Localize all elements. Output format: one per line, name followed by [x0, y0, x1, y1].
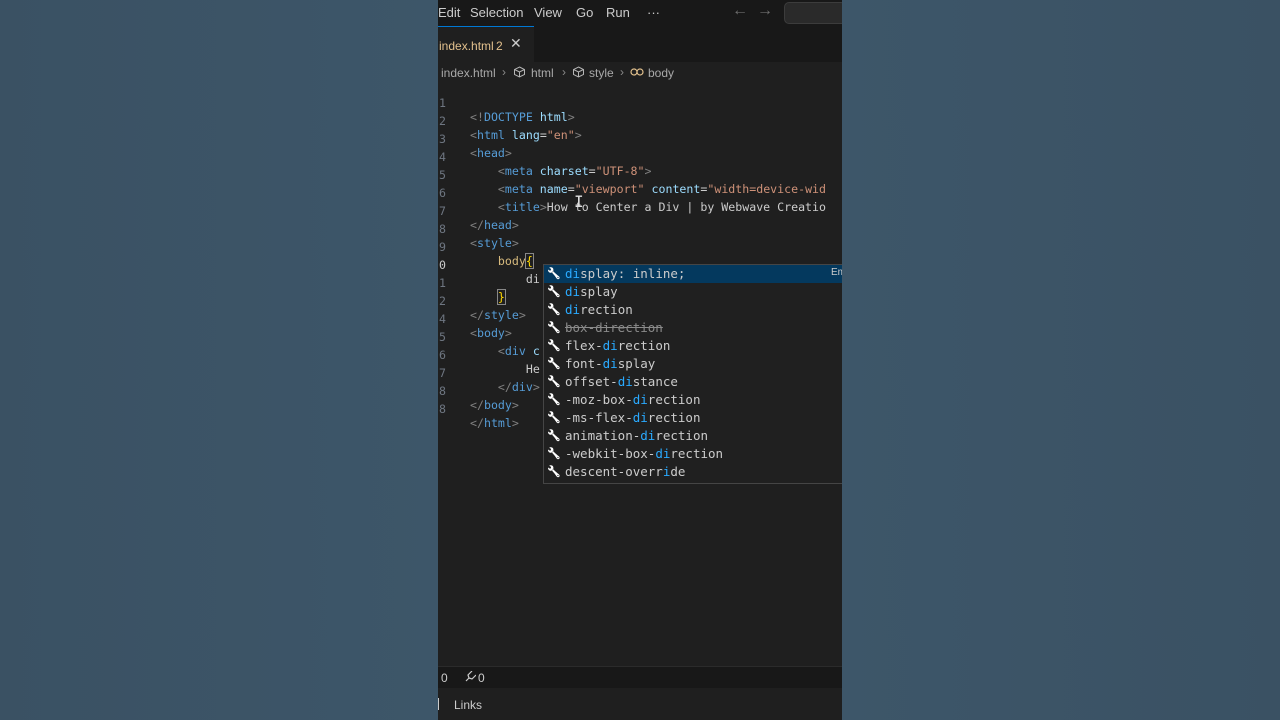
suggestion-label: display: inline; [565, 266, 686, 281]
suggestion-label: -webkit-box-direction [565, 446, 724, 461]
suggestion-item[interactable]: 🔧 animation-direction [544, 427, 842, 445]
suggestion-detail: Em [831, 267, 842, 278]
suggestion-item[interactable]: 🔧 flex-direction [544, 337, 842, 355]
menu-selection[interactable]: Selection [470, 5, 523, 20]
links-tab[interactable]: Links [454, 698, 482, 712]
css-selector-icon [630, 66, 644, 81]
suggestion-item[interactable]: 🔧 direction [544, 301, 842, 319]
element-icon [572, 66, 585, 81]
close-icon[interactable]: ✕ [510, 36, 522, 52]
code-line: 7 </head> [439, 204, 519, 232]
wrench-icon: 🔧 [547, 411, 561, 424]
suggestion-item[interactable]: 🔧 offset-distance [544, 373, 842, 391]
breadcrumb-separator: › [620, 65, 624, 79]
wrench-icon: 🔧 [547, 357, 561, 370]
suggestion-item[interactable]: 🔧 box-direction [544, 319, 842, 337]
video-background-right [842, 0, 1280, 720]
breadcrumb-style[interactable]: style [589, 66, 614, 80]
breadcrumb-separator: › [502, 65, 506, 79]
tab-label: index.html [439, 39, 494, 53]
code-line-active: 0 di [439, 258, 540, 286]
breadcrumb-separator: › [562, 65, 566, 79]
wrench-icon: 🔧 [547, 465, 561, 478]
code-line: 8 <style> [439, 222, 519, 250]
wrench-icon: 🔧 [547, 303, 561, 316]
suggestion-item[interactable]: 🔧 display [544, 283, 842, 301]
suggestion-label: animation-direction [565, 428, 709, 443]
suggestion-label: display [565, 284, 618, 299]
code-line: 3 <head> [439, 132, 512, 160]
menu-bar: Edit Selection View Go Run ··· ← → [438, 0, 842, 26]
menu-run[interactable]: Run [606, 5, 630, 20]
suggestion-label: direction [565, 302, 633, 317]
code-editor-window: Edit Selection View Go Run ··· ← → index… [438, 0, 842, 720]
line-number: 8 [439, 402, 446, 416]
autocomplete-suggestions: 🔧 display: inline; Em 🔧 display 🔧 direction 🔧 bo… [543, 264, 842, 484]
suggestion-item[interactable]: 🔧 -ms-flex-direction [544, 409, 842, 427]
video-background-left [0, 0, 438, 720]
code-line: 6 <title>How to Center a Div | by Webwav… [439, 186, 826, 214]
error-count[interactable]: 0 [441, 671, 448, 685]
suggestion-item[interactable]: 🔧 -webkit-box-direction [544, 445, 842, 463]
element-icon [513, 66, 526, 81]
tab-bar: index.html 2 ✕ [438, 26, 842, 63]
suggestion-label: box-direction [565, 320, 663, 335]
warning-count[interactable]: 0 [478, 671, 485, 685]
menu-edit[interactable]: Edit [438, 5, 460, 20]
command-center-search[interactable] [784, 2, 842, 24]
problems-count-badge: 2 [496, 39, 503, 53]
suggestion-label: -ms-flex-direction [565, 410, 701, 425]
code-line: 5 <meta name="viewport" content="width=d… [439, 168, 827, 196]
text-cursor-icon: I [574, 192, 584, 211]
code-line: 2 <html lang="en"> [439, 114, 582, 142]
menu-go[interactable]: Go [576, 5, 593, 20]
code-line: 4 <meta charset="UTF-8"> [439, 150, 652, 178]
wrench-icon: 🔧 [547, 375, 561, 388]
port-icon [464, 670, 477, 686]
wrench-icon: 🔧 [547, 267, 561, 280]
menu-more[interactable]: ··· [647, 5, 660, 20]
breadcrumb-html[interactable]: html [531, 66, 554, 80]
code-line: 1 <!DOCTYPE html> [439, 96, 575, 124]
suggestion-item[interactable]: 🔧 font-display [544, 355, 842, 373]
breadcrumb-body[interactable]: body [648, 66, 674, 80]
wrench-icon: 🔧 [547, 285, 561, 298]
suggestion-item[interactable]: 🔧 descent-override [544, 463, 842, 481]
suggestion-label: descent-override [565, 464, 686, 479]
breadcrumb-file[interactable]: index.html [441, 66, 496, 80]
suggestion-label: -moz-box-direction [565, 392, 701, 407]
wrench-icon: 🔧 [547, 393, 561, 406]
menu-view[interactable]: View [534, 5, 562, 20]
back-arrow-icon[interactable]: ← [732, 2, 748, 20]
wrench-icon: 🔧 [547, 429, 561, 442]
wrench-icon: 🔧 [547, 321, 561, 334]
suggestion-item[interactable]: 🔧 display: inline; Em [544, 265, 842, 283]
suggestion-label: font-display [565, 356, 656, 371]
suggestion-item[interactable]: 🔧 -moz-box-direction [544, 391, 842, 409]
suggestion-label: flex-direction [565, 338, 671, 353]
wrench-icon: 🔧 [547, 447, 561, 460]
forward-arrow-icon[interactable]: → [757, 2, 773, 20]
code-line: 9 body{ [439, 240, 534, 269]
status-bar: 0 0 [438, 666, 842, 689]
wrench-icon: 🔧 [547, 339, 561, 352]
suggestion-label: offset-distance [565, 374, 678, 389]
tab-index-html[interactable]: index.html 2 ✕ [438, 26, 534, 63]
panel-row: Links [438, 688, 842, 720]
panel-indicator [438, 698, 439, 710]
breadcrumb: index.html › html › style › body [438, 62, 842, 84]
